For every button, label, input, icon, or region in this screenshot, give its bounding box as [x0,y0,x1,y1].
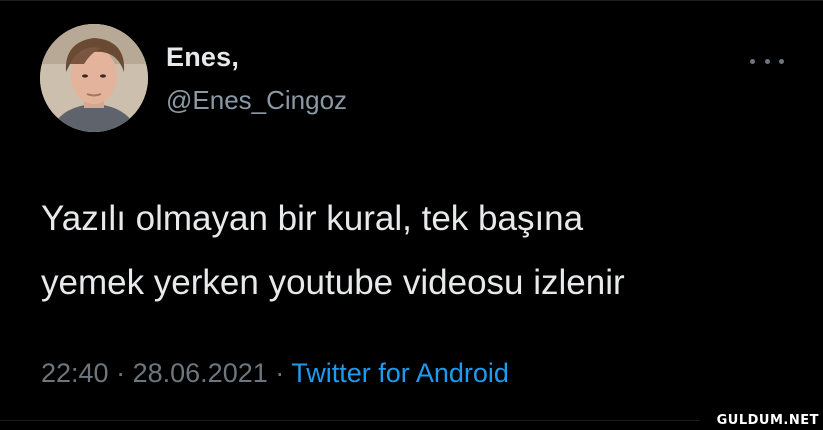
tweet-source-link[interactable]: Twitter for Android [291,358,509,388]
meta-separator: · [116,358,126,388]
tweet-time[interactable]: 22:40 [41,358,109,388]
tweet-date[interactable]: 28.06.2021 [133,358,268,388]
bottom-divider [0,420,700,421]
author-display-name[interactable]: Enes, [166,42,239,73]
meta-separator: · [275,358,285,388]
more-dot-icon [764,58,770,64]
avatar-photo-icon [40,24,148,132]
tweet-text-line: Yazılı olmayan bir kural, tek başına [41,199,584,238]
tweet-meta: 22:40 · 28.06.2021 · Twitter for Android [41,358,509,389]
more-dot-icon [779,58,784,64]
tweet-card: Enes, @Enes_Cingoz Yazılı olmayan bir ku… [0,0,823,430]
author-avatar[interactable] [40,24,148,132]
more-options-button[interactable] [750,54,784,68]
tweet-text: Yazılı olmayan bir kural, tek başına yem… [41,187,801,315]
tweet-text-line: yemek yerken youtube videosu izlenir [41,263,625,302]
watermark-logo: GULDUM.NET [716,413,819,428]
author-handle[interactable]: @Enes_Cingoz [166,85,347,116]
more-dot-icon [750,58,755,64]
